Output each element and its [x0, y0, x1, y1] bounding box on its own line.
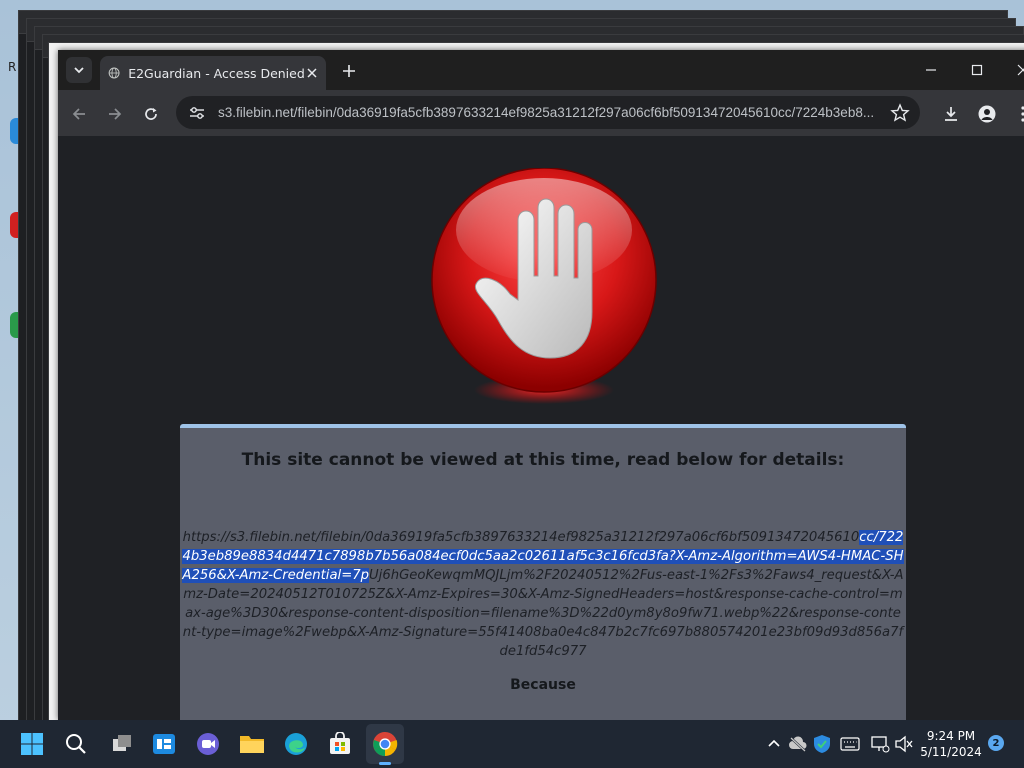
store-button[interactable] — [326, 730, 354, 758]
back-button[interactable] — [66, 101, 92, 127]
minimize-icon — [926, 69, 936, 71]
file-explorer-button[interactable] — [238, 730, 266, 758]
blocked-url-part: https://s3.filebin.net/filebin/0da36919f… — [182, 530, 860, 545]
blocked-url-text[interactable]: https://s3.filebin.net/filebin/0da36919f… — [180, 528, 906, 661]
download-icon — [945, 107, 957, 121]
notification-badge[interactable]: 2 — [988, 735, 1004, 751]
clock-time: 9:24 PM — [926, 729, 976, 743]
store-bag-icon — [330, 732, 350, 754]
clock-date: 5/11/2024 — [920, 745, 982, 759]
tab-active[interactable]: E2Guardian - Access Denied — [100, 56, 326, 90]
teams-chat-icon — [197, 733, 219, 755]
minimize-button[interactable] — [908, 50, 954, 90]
bookmark-star-icon[interactable] — [890, 102, 910, 123]
widgets-button[interactable] — [150, 730, 178, 758]
chevron-down-icon — [74, 67, 84, 74]
url-text[interactable]: s3.filebin.net/filebin/0da36919fa5cfb389… — [218, 105, 890, 120]
network-icon — [871, 736, 890, 753]
new-tab-button[interactable] — [338, 60, 360, 82]
profile-icon — [978, 105, 996, 123]
address-bar[interactable]: s3.filebin.net/filebin/0da36919fa5cfb389… — [176, 96, 920, 129]
tab-title: E2Guardian - Access Denied — [128, 65, 305, 81]
arrow-right-icon — [109, 108, 122, 120]
downloads-button[interactable] — [938, 101, 964, 127]
teams-button[interactable] — [194, 730, 222, 758]
globe-icon — [108, 67, 120, 79]
plus-icon — [343, 65, 355, 77]
access-denied-panel: This site cannot be viewed at this time,… — [180, 424, 906, 720]
shield-icon — [814, 735, 830, 753]
tab-close-button[interactable] — [305, 63, 320, 83]
site-info-icon[interactable] — [188, 104, 206, 122]
browser-menu-button[interactable] — [1010, 101, 1024, 127]
close-icon — [1017, 64, 1024, 76]
keyboard-icon — [840, 737, 860, 751]
title-bar: E2Guardian - Access Denied — [58, 50, 1024, 90]
active-app-indicator — [379, 762, 391, 765]
folder-icon — [240, 736, 264, 753]
tab-search-button[interactable] — [66, 57, 92, 83]
maximize-button[interactable] — [954, 50, 1000, 90]
taskbar-search-button[interactable] — [62, 730, 90, 758]
start-button[interactable] — [18, 730, 46, 758]
cloud-off-icon — [789, 736, 807, 752]
denied-heading: This site cannot be viewed at this time,… — [241, 450, 845, 470]
page-content: This site cannot be viewed at this time,… — [58, 136, 1024, 720]
widgets-icon — [153, 734, 175, 754]
browser-window: E2Guardian - Access Denied s3.filebin.ne… — [58, 50, 1024, 720]
task-view-button[interactable] — [108, 730, 136, 758]
edge-logo-icon — [285, 733, 307, 755]
volume-muted-icon — [895, 735, 913, 753]
search-icon — [66, 734, 86, 754]
edge-button[interactable] — [282, 730, 310, 758]
taskbar: 9:24 PM 5/11/2024 2 — [0, 720, 1024, 768]
keyboard-tray-button[interactable] — [836, 730, 864, 758]
close-icon — [307, 68, 317, 78]
security-tray-button[interactable] — [808, 730, 836, 758]
chrome-logo-icon — [373, 732, 398, 756]
because-label: Because — [510, 677, 576, 693]
system-clock[interactable]: 9:24 PM 5/11/2024 — [916, 728, 986, 760]
task-view-icon — [113, 735, 131, 751]
desktop-label-partial: R — [8, 60, 17, 74]
volume-tray-button[interactable] — [890, 730, 918, 758]
windows-logo-icon — [21, 733, 43, 755]
stop-hand-icon — [431, 168, 657, 404]
maximize-icon — [971, 64, 983, 76]
close-window-button[interactable] — [1000, 50, 1024, 90]
reload-button[interactable] — [138, 101, 164, 127]
more-vert-icon — [1021, 106, 1024, 122]
reload-icon — [145, 108, 157, 120]
profile-button[interactable] — [974, 101, 1000, 127]
arrow-left-icon — [72, 108, 85, 120]
chrome-button[interactable] — [371, 730, 399, 758]
forward-button[interactable] — [102, 101, 128, 127]
browser-toolbar: s3.filebin.net/filebin/0da36919fa5cfb389… — [58, 90, 1024, 136]
chevron-up-icon — [768, 739, 780, 747]
